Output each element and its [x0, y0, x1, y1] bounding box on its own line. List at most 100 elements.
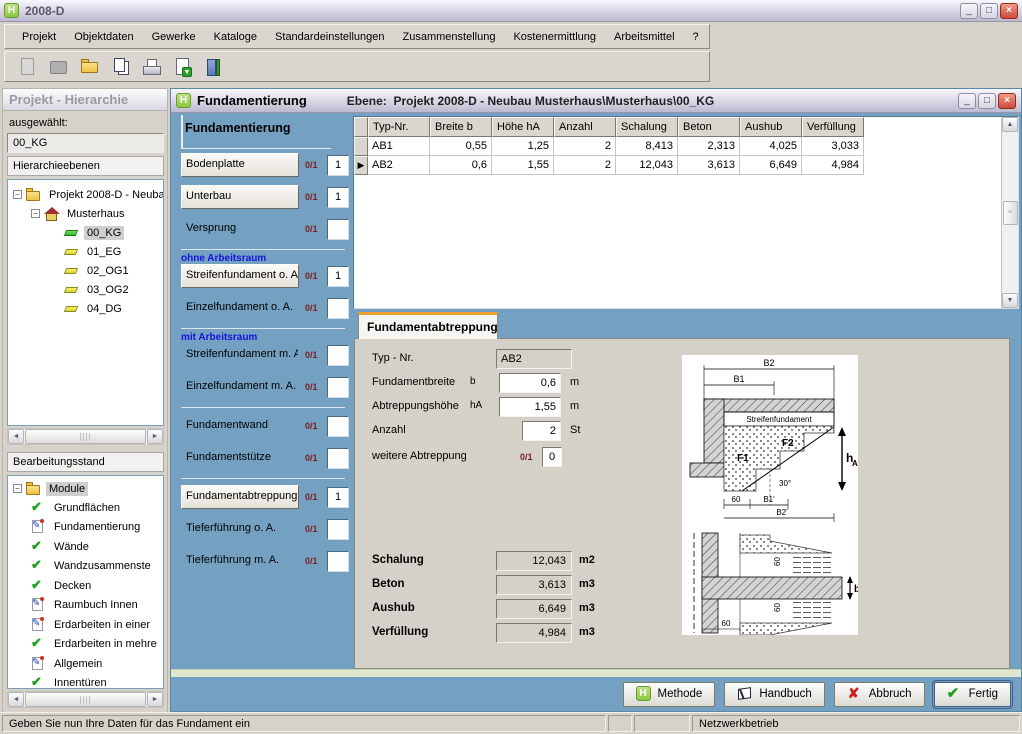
module-count-field[interactable] — [327, 298, 349, 319]
module-button[interactable]: Einzelfundament o. A. — [181, 296, 299, 320]
module-root-node[interactable]: − Module — [8, 479, 163, 498]
table-row[interactable]: ▶ AB2 0,6 1,55 2 12,043 3,613 6,649 4,98… — [354, 156, 1001, 175]
scroll-left-icon[interactable]: ◄ — [8, 429, 24, 444]
status-hscrollbar[interactable]: ◄ |||| ► — [7, 691, 164, 708]
anzahl-input[interactable]: 2 — [522, 421, 561, 441]
module-count-field[interactable]: 1 — [327, 266, 349, 287]
minimize-button[interactable]: _ — [960, 3, 978, 19]
module-status-item[interactable]: ✔ ✎ Erdarbeiten in einer — [8, 615, 163, 635]
module-status-item[interactable]: ✔ ✎ Allgemein — [8, 654, 163, 674]
module-count-field[interactable] — [327, 519, 349, 540]
module-status-item[interactable]: ✔ ✎ Grundflächen — [8, 498, 163, 518]
menu-item[interactable]: Zusammenstellung — [394, 28, 505, 46]
module-count-field[interactable]: 1 — [327, 187, 349, 208]
copy-icon[interactable] — [108, 55, 134, 79]
module-status-item[interactable]: ✔ ✎ Fundamentierung — [8, 518, 163, 538]
module-count-field[interactable] — [327, 416, 349, 437]
module-button[interactable]: Tieferführung m. A. — [181, 549, 299, 573]
module-button[interactable]: Versprung — [181, 217, 299, 241]
close-button[interactable]: × — [1000, 3, 1018, 19]
tree-node[interactable]: − 04_DG — [8, 299, 163, 318]
module-count-field[interactable] — [327, 377, 349, 398]
column-header[interactable]: Anzahl — [554, 117, 616, 137]
module-button[interactable]: Fundamentwand — [181, 414, 299, 438]
restore-button[interactable]: □ — [980, 3, 998, 19]
open-folder-icon[interactable] — [77, 55, 103, 79]
exit-icon[interactable] — [201, 55, 227, 79]
scroll-thumb[interactable]: |||| — [25, 429, 146, 444]
expander-icon[interactable]: − — [13, 190, 22, 199]
footer-button[interactable]: H Methode — [623, 682, 716, 707]
scroll-right-icon[interactable]: ► — [147, 692, 163, 707]
hierarchy-hscrollbar[interactable]: ◄ |||| ► — [7, 428, 164, 445]
scroll-right-icon[interactable]: ► — [147, 429, 163, 444]
module-count-field[interactable] — [327, 448, 349, 469]
module-button[interactable]: Fundamentabtreppung — [181, 485, 299, 509]
tree-node[interactable]: − 03_OG2 — [8, 280, 163, 299]
column-header[interactable]: Beton — [678, 117, 740, 137]
table-vscrollbar[interactable]: ▲ ≡ ▼ — [1001, 117, 1018, 308]
new-document-icon[interactable] — [15, 55, 41, 79]
print-icon[interactable] — [139, 55, 165, 79]
scroll-up-icon[interactable]: ▲ — [1002, 117, 1018, 132]
module-button[interactable]: Streifenfundament m. A. — [181, 343, 299, 367]
table-row[interactable]: ▶ AB1 0,55 1,25 2 8,413 2,313 4,025 3,03… — [354, 137, 1001, 156]
tree-node[interactable]: − Musterhaus — [8, 204, 163, 223]
module-button[interactable]: Tieferführung o. A. — [181, 517, 299, 541]
menu-item[interactable]: Projekt — [13, 28, 65, 46]
module-button[interactable]: Einzelfundament m. A. — [181, 375, 299, 399]
module-count-field[interactable] — [327, 345, 349, 366]
tab-fundamentabtreppung[interactable]: Fundamentabtreppung — [358, 312, 498, 339]
column-header[interactable]: Breite b — [430, 117, 492, 137]
footer-button[interactable]: ✘ Abbruch — [834, 682, 925, 707]
module-status-item[interactable]: ✔ ✎ Innentüren — [8, 674, 163, 690]
tree-node[interactable]: − 02_OG1 — [8, 261, 163, 280]
module-status-item[interactable]: ✔ ✎ Wände — [8, 537, 163, 557]
module-button[interactable]: Bodenplatte — [181, 153, 299, 177]
column-header[interactable]: Verfüllung — [802, 117, 864, 137]
scroll-thumb[interactable]: ≡ — [1003, 201, 1018, 225]
module-status-item[interactable]: ✔ ✎ Decken — [8, 576, 163, 596]
selected-value-field[interactable]: 00_KG — [7, 133, 164, 153]
tree-node[interactable]: − 01_EG — [8, 242, 163, 261]
weitere-input[interactable]: 0 — [542, 447, 562, 467]
module-button[interactable]: Streifenfundament o. A. — [181, 264, 299, 288]
breite-input[interactable]: 0,6 — [499, 373, 561, 393]
module-count-field[interactable]: 1 — [327, 487, 349, 508]
module-count-field[interactable] — [327, 551, 349, 572]
hoehe-input[interactable]: 1,55 — [499, 397, 561, 417]
column-header[interactable]: Typ-Nr. — [368, 117, 430, 137]
menu-item[interactable]: Arbeitsmittel — [605, 28, 684, 46]
footer-button[interactable]: Handbuch — [724, 682, 824, 707]
expander-icon[interactable]: − — [13, 484, 22, 493]
column-header[interactable]: Schalung — [616, 117, 678, 137]
column-header[interactable]: Aushub — [740, 117, 802, 137]
inner-maximize-button[interactable]: □ — [978, 93, 996, 109]
scroll-thumb[interactable]: |||| — [25, 692, 146, 707]
menu-item[interactable]: Gewerke — [143, 28, 205, 46]
module-status-item[interactable]: ✔ ✎ Wandzusammenste — [8, 557, 163, 577]
tree-node-label: 02_OG1 — [84, 264, 132, 278]
expander-icon[interactable]: − — [31, 209, 40, 218]
inner-close-button[interactable]: × — [998, 93, 1016, 109]
tree-node[interactable]: − Projekt 2008-D - Neubau — [8, 185, 163, 204]
module-status-item[interactable]: ✔ ✎ Raumbuch Innen — [8, 596, 163, 616]
inner-minimize-button[interactable]: _ — [958, 93, 976, 109]
menu-item[interactable]: Kataloge — [205, 28, 266, 46]
tree-node[interactable]: − 00_KG — [8, 223, 163, 242]
module-count-field[interactable]: 1 — [327, 155, 349, 176]
module-button[interactable]: Fundamentstütze — [181, 446, 299, 470]
column-header[interactable]: Höhe hA — [492, 117, 554, 137]
footer-button[interactable]: ✔ Fertig — [934, 682, 1011, 707]
module-count-field[interactable] — [327, 219, 349, 240]
scroll-left-icon[interactable]: ◄ — [8, 692, 24, 707]
menu-item[interactable]: Objektdaten — [65, 28, 142, 46]
export-icon[interactable]: ▼ — [170, 55, 196, 79]
menu-item[interactable]: Standardeinstellungen — [266, 28, 393, 46]
menu-item[interactable]: Kostenermittlung — [504, 28, 605, 46]
open-disabled-icon[interactable] — [46, 55, 72, 79]
scroll-down-icon[interactable]: ▼ — [1002, 293, 1018, 308]
menu-item[interactable]: ? — [684, 28, 708, 46]
module-status-item[interactable]: ✔ ✎ Erdarbeiten in mehre — [8, 635, 163, 655]
module-button[interactable]: Unterbau — [181, 185, 299, 209]
